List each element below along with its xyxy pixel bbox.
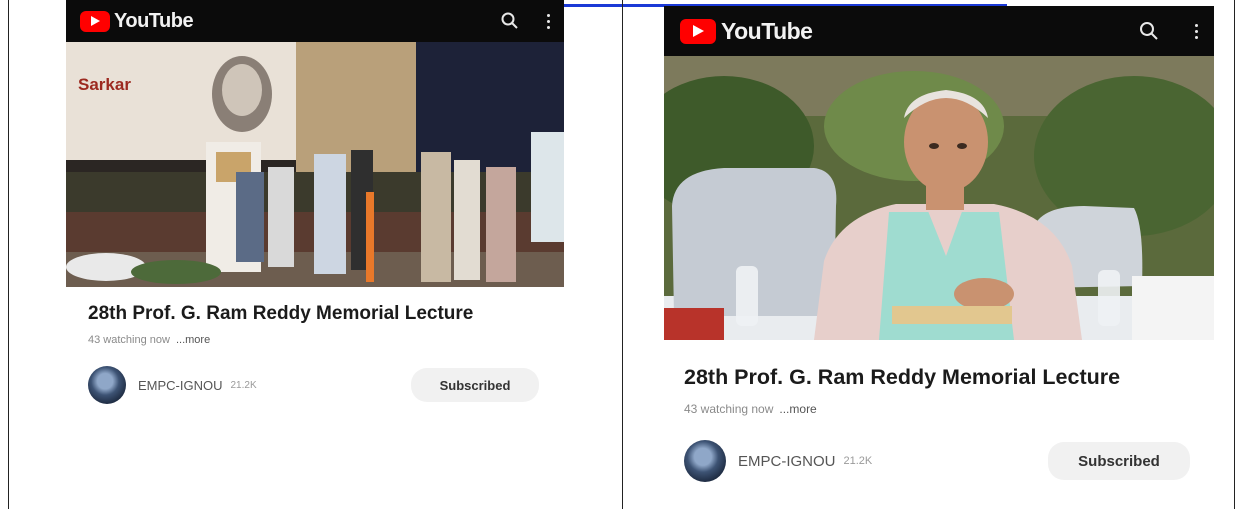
video-player[interactable] — [664, 56, 1214, 340]
watching-count: 43 watching now — [88, 334, 170, 346]
more-vert-icon[interactable] — [547, 13, 550, 29]
watching-count: 43 watching now — [684, 402, 774, 416]
youtube-logo-icon — [80, 10, 110, 32]
more-vert-icon[interactable] — [1195, 23, 1198, 39]
video-frame-speaker — [664, 56, 1214, 340]
search-icon[interactable] — [501, 12, 519, 30]
screenshot-panel-right: YouTube 28th Prof. G. Ram Reddy Memorial… — [664, 6, 1214, 496]
top-bar-icons — [1139, 21, 1198, 41]
screenshot-panel-left: YouTube Sarkar 28th Prof. G. Ram Reddy M… — [66, 0, 564, 420]
youtube-logo[interactable]: YouTube — [680, 17, 813, 45]
channel-name[interactable]: EMPC-IGNOU — [138, 378, 223, 393]
search-icon[interactable] — [1139, 21, 1159, 41]
video-player[interactable]: Sarkar — [66, 42, 564, 287]
top-bar-icons — [501, 12, 550, 30]
youtube-top-bar: YouTube — [66, 0, 564, 42]
youtube-logo[interactable]: YouTube — [80, 9, 194, 33]
frame-divider-middle — [622, 0, 623, 509]
subscribed-button[interactable]: Subscribed — [1048, 442, 1190, 480]
frame-divider-left — [8, 0, 9, 509]
avatar[interactable] — [684, 440, 726, 482]
subscriber-count: 21.2K — [843, 455, 873, 467]
logo-text: YouTube — [114, 9, 194, 32]
youtube-top-bar: YouTube — [664, 6, 1214, 56]
subscribed-button[interactable]: Subscribed — [411, 368, 539, 402]
video-frame-ceremony: Sarkar — [66, 42, 564, 287]
youtube-logo-icon — [680, 18, 716, 44]
channel-row: EMPC-IGNOU 21.2K — [684, 440, 872, 482]
avatar[interactable] — [88, 366, 126, 404]
more-link[interactable]: ...more — [779, 402, 816, 416]
video-title[interactable]: 28th Prof. G. Ram Reddy Memorial Lecture — [88, 303, 564, 325]
subscriber-count: 21.2K — [230, 379, 257, 391]
video-meta: 43 watching now ...more — [88, 334, 210, 346]
logo-text: YouTube — [721, 17, 813, 44]
frame-divider-right — [1234, 0, 1235, 509]
channel-name[interactable]: EMPC-IGNOU — [738, 453, 836, 470]
video-title[interactable]: 28th Prof. G. Ram Reddy Memorial Lecture — [684, 365, 1214, 390]
video-meta: 43 watching now ...more — [684, 402, 817, 416]
more-link[interactable]: ...more — [176, 334, 210, 346]
channel-row: EMPC-IGNOU 21.2K — [88, 366, 257, 404]
video-sign-text: Sarkar — [78, 75, 131, 94]
